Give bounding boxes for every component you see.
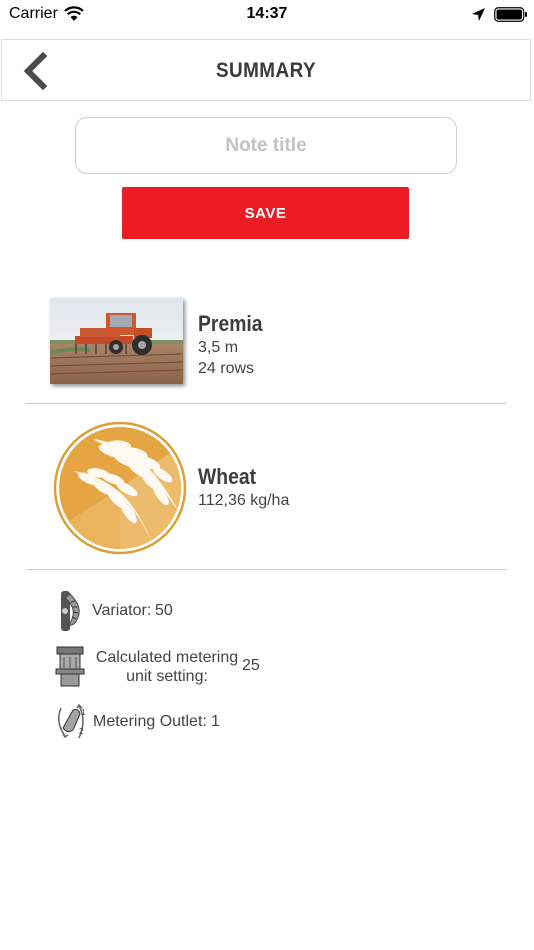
machine-name: Premia [198,311,263,336]
divider [26,569,506,570]
variator-value: 50 [155,602,173,619]
note-title-input[interactable] [75,117,457,174]
clock: 14:37 [246,5,288,22]
metering-unit-icon [55,646,85,687]
battery-icon [494,7,527,22]
variator-icon [61,591,80,631]
crop-seed-rate: 112,36 kg/ha [198,492,290,509]
metering-outlet-icon: 1 2 [58,703,86,739]
location-arrow-icon [472,8,485,21]
machine-width: 3,5 m [198,339,239,356]
metering-unit-label-line2: unit setting: [126,668,208,685]
metering-outlet-value: 1 [211,713,220,730]
navigation-bar: SUMMARY [1,39,531,101]
metering-unit-value: 25 [242,657,260,674]
machine-photo [50,298,183,384]
save-button[interactable]: SAVE [122,187,409,239]
variator-label: Variator: [92,602,152,619]
page-title: SUMMARY [215,59,317,82]
crop-name: Wheat [198,464,257,489]
metering-outlet-label: Metering Outlet: [93,713,207,730]
metering-unit-label: Calculated metering unit setting: [93,648,241,686]
status-bar: Carrier 14:37 [0,0,534,30]
svg-text:1: 1 [81,708,86,717]
machine-rows: 24 rows [198,360,255,377]
wheat-icon [53,421,187,555]
svg-text:2: 2 [79,727,84,736]
metering-unit-label-line1: Calculated metering [95,649,239,666]
divider [26,403,506,404]
